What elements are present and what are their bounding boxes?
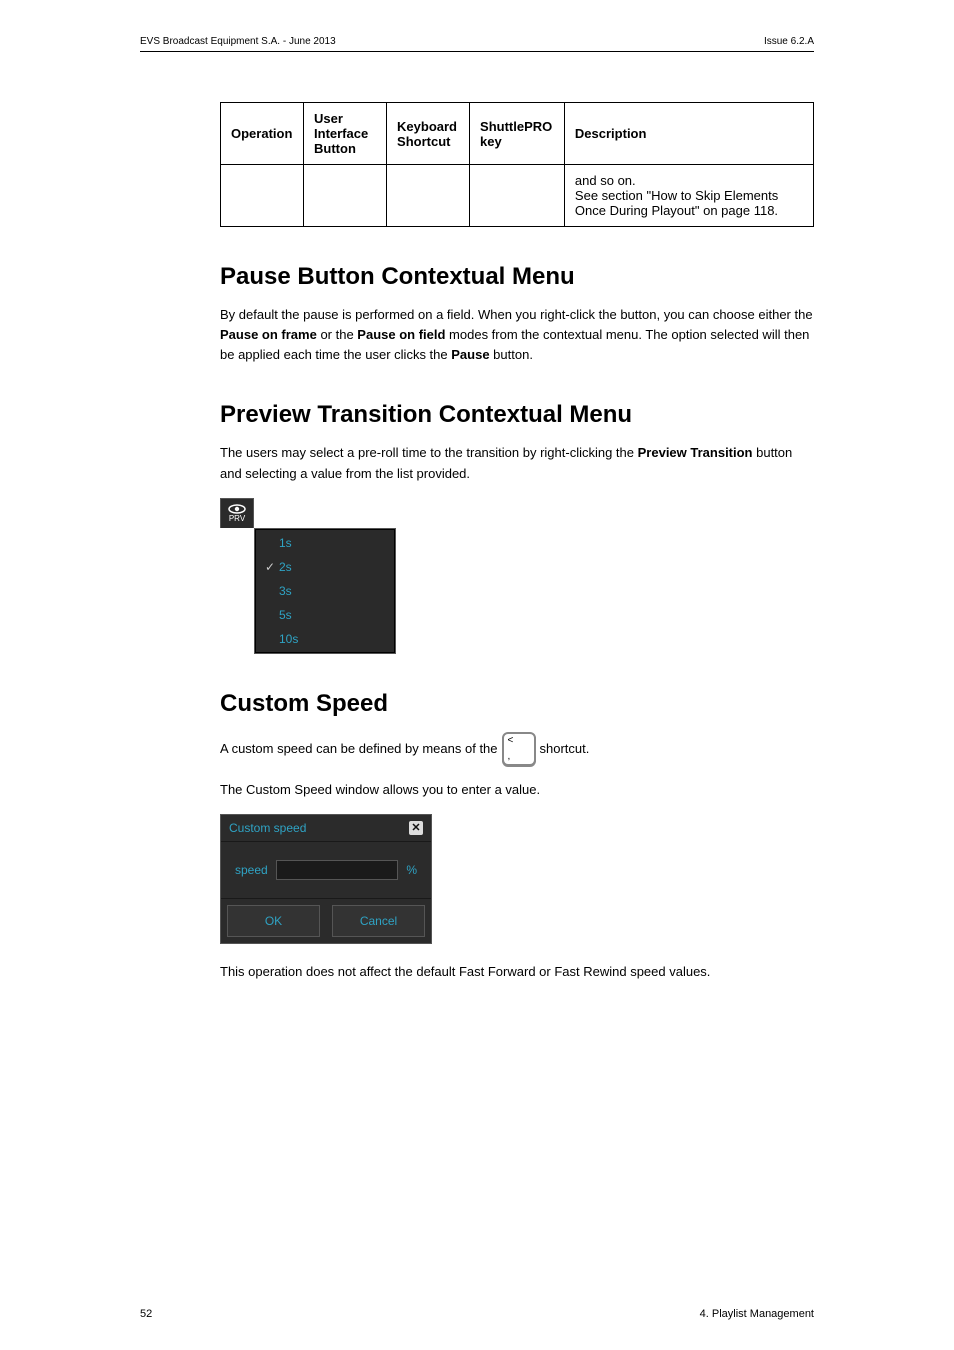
check-icon: ✓ (265, 560, 279, 574)
operations-table: Operation User Interface Button Keyboard… (220, 102, 814, 227)
preroll-item-label: 10s (279, 632, 298, 646)
th-operation: Operation (221, 103, 304, 165)
paragraph-custom-1: A custom speed can be defined by means o… (220, 732, 814, 766)
preroll-item-10s[interactable]: 10s (255, 627, 395, 651)
preroll-item-1s[interactable]: 1s (255, 531, 395, 555)
dialog-buttons: OK Cancel (221, 898, 431, 943)
keycap-bot: , (508, 752, 511, 762)
paragraph-custom-3: This operation does not affect the defau… (220, 962, 814, 982)
paragraph-pause: By default the pause is performed on a f… (220, 305, 814, 365)
paragraph-custom-2: The Custom Speed window allows you to en… (220, 780, 814, 800)
th-keyboard: Keyboard Shortcut (387, 103, 470, 165)
preroll-item-5s[interactable]: 5s (255, 603, 395, 627)
table-row: and so on. See section "How to Skip Elem… (221, 165, 814, 227)
page-header: EVS Broadcast Equipment S.A. - June 2013… (140, 36, 814, 52)
footer-section: 4. Playlist Management (700, 1308, 814, 1320)
dialog-title: Custom speed (229, 821, 306, 835)
paragraph-preview: The users may select a pre-roll time to … (220, 443, 814, 483)
preroll-item-label: 2s (279, 560, 292, 574)
page-footer: 52 4. Playlist Management (140, 1308, 814, 1320)
prv-label: PRV (229, 514, 245, 523)
preroll-item-3s[interactable]: 3s (255, 579, 395, 603)
speed-input[interactable] (276, 860, 399, 880)
cancel-button[interactable]: Cancel (332, 905, 425, 937)
eye-icon (228, 504, 246, 514)
cell-keyboard (387, 165, 470, 227)
cell-shuttlepro (470, 165, 565, 227)
preroll-item-2s[interactable]: ✓ 2s (255, 555, 395, 579)
heading-preview: Preview Transition Contextual Menu (220, 401, 814, 429)
percent-label: % (406, 863, 417, 877)
preroll-item-label: 1s (279, 536, 292, 550)
heading-custom-speed: Custom Speed (220, 690, 814, 718)
keycap-less-comma: < , (502, 732, 536, 766)
th-ui-button: User Interface Button (304, 103, 387, 165)
close-icon[interactable]: ✕ (409, 821, 423, 835)
cell-description: and so on. See section "How to Skip Elem… (564, 165, 813, 227)
preroll-item-label: 5s (279, 608, 292, 622)
th-shuttlepro: ShuttlePRO key (470, 103, 565, 165)
header-right: Issue 6.2.A (764, 36, 814, 47)
preroll-item-label: 3s (279, 584, 292, 598)
preview-menu: PRV 1s ✓ 2s 3s 5s (220, 498, 400, 654)
custom-speed-dialog: Custom speed ✕ speed % OK Cancel (220, 814, 432, 944)
table-header-row: Operation User Interface Button Keyboard… (221, 103, 814, 165)
dialog-body: speed % (221, 842, 431, 898)
ok-button[interactable]: OK (227, 905, 320, 937)
keycap-top: < (508, 736, 514, 746)
speed-label: speed (235, 863, 268, 877)
cell-operation (221, 165, 304, 227)
header-left: EVS Broadcast Equipment S.A. - June 2013 (140, 36, 336, 47)
th-description: Description (564, 103, 813, 165)
cell-ui-button (304, 165, 387, 227)
footer-page-number: 52 (140, 1308, 152, 1320)
preroll-list: 1s ✓ 2s 3s 5s 10s (254, 528, 396, 654)
prv-button[interactable]: PRV (220, 498, 254, 528)
dialog-titlebar: Custom speed ✕ (221, 815, 431, 842)
heading-pause: Pause Button Contextual Menu (220, 263, 814, 291)
